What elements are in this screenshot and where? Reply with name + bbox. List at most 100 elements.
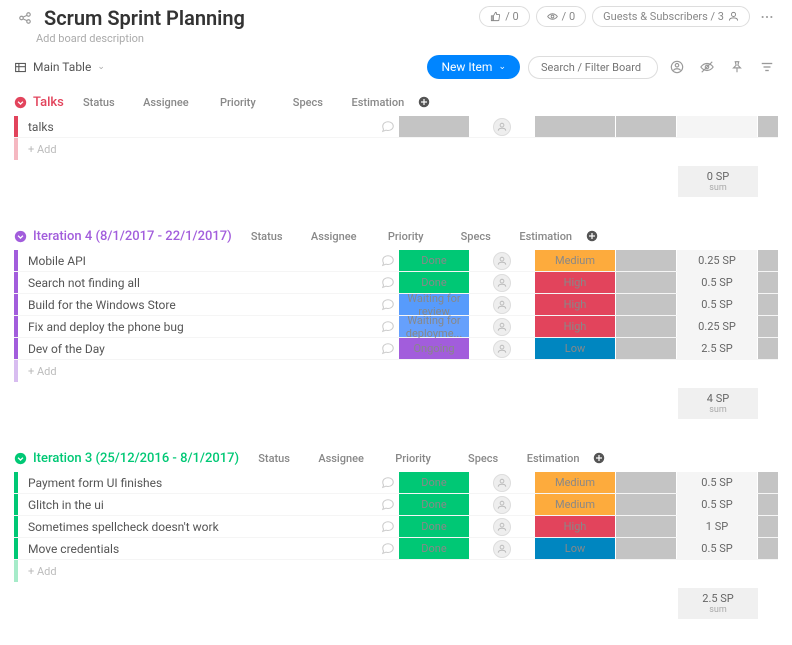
col-assignee[interactable]: Assignee: [302, 230, 366, 243]
specs-cell[interactable]: [616, 338, 676, 359]
status-cell[interactable]: [399, 116, 469, 137]
table-row[interactable]: Search not finding allDoneHigh0.5 SP: [14, 272, 778, 294]
group-title[interactable]: Talks: [33, 95, 64, 110]
col-assignee[interactable]: Assignee: [134, 96, 198, 109]
estimation-cell[interactable]: 0.5 SP: [677, 472, 757, 493]
priority-cell[interactable]: Medium: [535, 472, 615, 493]
estimation-cell[interactable]: 0.25 SP: [677, 316, 757, 337]
table-row[interactable]: Glitch in the uiDoneMedium0.5 SP: [14, 494, 778, 516]
chat-icon[interactable]: [378, 538, 398, 559]
add-column-button[interactable]: [418, 96, 438, 109]
col-estimation[interactable]: Estimation: [506, 230, 586, 243]
estimation-cell[interactable]: 0.5 SP: [677, 494, 757, 515]
col-specs[interactable]: Specs: [446, 230, 506, 243]
assignee-cell[interactable]: [470, 338, 534, 359]
chat-icon[interactable]: [378, 516, 398, 537]
thumbs-up-pill[interactable]: / 0: [479, 6, 529, 27]
col-priority[interactable]: Priority: [198, 96, 278, 109]
specs-cell[interactable]: [616, 538, 676, 559]
row-name[interactable]: Glitch in the ui: [18, 494, 378, 515]
table-row[interactable]: Build for the Windows Store Waiting for r…: [14, 294, 778, 316]
table-row[interactable]: Sometimes spellcheck doesn't workDoneHig…: [14, 516, 778, 538]
specs-cell[interactable]: [616, 250, 676, 271]
estimation-cell[interactable]: 0.5 SP: [677, 538, 757, 559]
chat-icon[interactable]: [378, 250, 398, 271]
chat-icon[interactable]: [378, 116, 398, 137]
specs-cell[interactable]: [616, 116, 676, 137]
add-row-label[interactable]: + Add: [18, 143, 778, 156]
specs-cell[interactable]: [616, 272, 676, 293]
pin-icon[interactable]: [726, 58, 748, 76]
person-icon[interactable]: [666, 58, 688, 76]
col-assignee[interactable]: Assignee: [309, 452, 373, 465]
status-cell[interactable]: Done: [399, 472, 469, 493]
collapse-icon[interactable]: [14, 452, 27, 465]
status-cell[interactable]: Ongoing: [399, 338, 469, 359]
collapse-icon[interactable]: [14, 230, 27, 243]
row-name[interactable]: Build for the Windows Store: [18, 294, 378, 315]
table-row[interactable]: Fix and deploy the phone bug Waiting for …: [14, 316, 778, 338]
assignee-cell[interactable]: [470, 250, 534, 271]
assignee-cell[interactable]: [470, 316, 534, 337]
col-priority[interactable]: Priority: [373, 452, 453, 465]
add-row-label[interactable]: + Add: [18, 565, 778, 578]
specs-cell[interactable]: [616, 472, 676, 493]
view-selector[interactable]: Main Table ⌄: [14, 60, 105, 74]
assignee-cell[interactable]: [470, 516, 534, 537]
assignee-cell[interactable]: [470, 538, 534, 559]
status-cell[interactable]: Done: [399, 516, 469, 537]
specs-cell[interactable]: [616, 494, 676, 515]
row-name[interactable]: talks: [18, 116, 378, 137]
priority-cell[interactable]: High: [535, 294, 615, 315]
chat-icon[interactable]: [378, 494, 398, 515]
chat-icon[interactable]: [378, 472, 398, 493]
add-row[interactable]: + Add: [14, 138, 778, 160]
estimation-cell[interactable]: [677, 116, 757, 137]
board-subtitle[interactable]: Add board description: [0, 30, 792, 51]
row-name[interactable]: Fix and deploy the phone bug: [18, 316, 378, 337]
status-cell[interactable]: Done: [399, 250, 469, 271]
collapse-icon[interactable]: [14, 96, 27, 109]
eye-off-icon[interactable]: [696, 58, 718, 76]
search-input[interactable]: [528, 56, 658, 79]
col-status[interactable]: Status: [239, 452, 309, 465]
priority-cell[interactable]: Low: [535, 538, 615, 559]
status-cell[interactable]: Waiting for deployme...: [399, 316, 469, 337]
table-row[interactable]: Dev of the DayOngoingLow2.5 SP: [14, 338, 778, 360]
priority-cell[interactable]: Low: [535, 338, 615, 359]
chat-icon[interactable]: [378, 294, 398, 315]
estimation-cell[interactable]: 0.5 SP: [677, 294, 757, 315]
row-name[interactable]: Mobile API: [18, 250, 378, 271]
assignee-cell[interactable]: [470, 494, 534, 515]
priority-cell[interactable]: [535, 116, 615, 137]
col-priority[interactable]: Priority: [366, 230, 446, 243]
add-row-label[interactable]: + Add: [18, 365, 778, 378]
add-column-button[interactable]: [593, 452, 613, 465]
add-row[interactable]: + Add: [14, 360, 778, 382]
table-row[interactable]: Move credentialsDoneLow0.5 SP: [14, 538, 778, 560]
group-title[interactable]: Iteration 3 (25/12/2016 - 8/1/2017): [33, 451, 239, 466]
status-cell[interactable]: Done: [399, 494, 469, 515]
views-pill[interactable]: / 0: [536, 6, 586, 27]
col-specs[interactable]: Specs: [278, 96, 338, 109]
estimation-cell[interactable]: 1 SP: [677, 516, 757, 537]
add-column-button[interactable]: [586, 230, 606, 243]
estimation-cell[interactable]: 0.5 SP: [677, 272, 757, 293]
table-row[interactable]: Payment form UI finishes Done Medium 0.5 SP: [14, 472, 778, 494]
status-cell[interactable]: Done: [399, 538, 469, 559]
row-name[interactable]: Search not finding all: [18, 272, 378, 293]
col-status[interactable]: Status: [64, 96, 134, 109]
status-cell[interactable]: Done: [399, 272, 469, 293]
new-item-button[interactable]: New Item ⌄: [427, 55, 520, 79]
row-name[interactable]: Payment form UI finishes: [18, 472, 378, 493]
table-row[interactable]: talks: [14, 116, 778, 138]
chat-icon[interactable]: [378, 338, 398, 359]
status-cell[interactable]: Waiting for review: [399, 294, 469, 315]
col-specs[interactable]: Specs: [453, 452, 513, 465]
more-icon[interactable]: [756, 8, 778, 26]
assignee-cell[interactable]: [470, 116, 534, 137]
assignee-cell[interactable]: [470, 272, 534, 293]
col-status[interactable]: Status: [232, 230, 302, 243]
filter-icon[interactable]: [756, 58, 778, 76]
assignee-cell[interactable]: [470, 472, 534, 493]
